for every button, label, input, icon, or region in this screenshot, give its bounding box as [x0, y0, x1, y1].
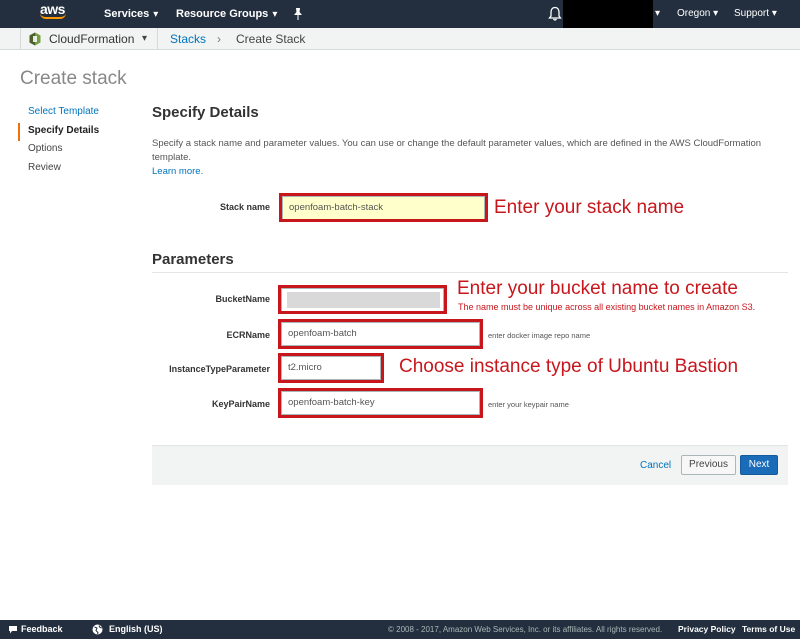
services-menu[interactable]: Services ▾ — [104, 0, 158, 28]
section-divider — [152, 272, 788, 273]
region-label: Oregon — [677, 8, 711, 19]
wizard-steps: Select Template Specify Details Options … — [18, 104, 128, 178]
bucket-name-label: BucketName — [215, 294, 270, 304]
ecr-name-hint: enter docker image repo name — [488, 331, 591, 340]
service-name: CloudFormation — [49, 32, 135, 46]
annotation-stack-name: Enter your stack name — [494, 197, 685, 218]
keypair-name-label: KeyPairName — [211, 399, 270, 409]
description-text: Specify a stack name and parameter value… — [152, 138, 762, 163]
annotation-bucket-note: The name must be unique across all exist… — [458, 302, 756, 312]
annotation-highlight — [278, 353, 384, 383]
annotation-highlight — [278, 285, 447, 314]
section-description: Specify a stack name and parameter value… — [152, 137, 788, 179]
services-label: Services — [104, 8, 150, 20]
copyright-text: © 2008 - 2017, Amazon Web Services, Inc.… — [388, 625, 663, 634]
language-selector[interactable]: English (US) — [109, 620, 163, 639]
step-review: Review — [28, 161, 61, 173]
annotation-highlight — [278, 319, 483, 349]
next-button[interactable]: Next — [740, 455, 778, 475]
step-options: Options — [28, 143, 63, 154]
chevron-down-icon: ▾ — [153, 9, 159, 20]
cancel-button[interactable]: Cancel — [640, 460, 671, 471]
chevron-down-icon: ▾ — [771, 8, 777, 19]
step-specify-details: Specify Details — [18, 122, 128, 141]
ecr-name-label: ECRName — [226, 330, 270, 340]
section-title-parameters: Parameters — [152, 251, 234, 268]
annotation-highlight — [279, 193, 488, 222]
breadcrumb-current: Create Stack — [236, 32, 306, 46]
cloudformation-icon — [29, 32, 41, 46]
learn-more-link[interactable]: Learn more. — [152, 166, 203, 177]
resource-groups-menu[interactable]: Resource Groups ▾ — [176, 0, 277, 28]
chevron-down-icon: ▾ — [713, 8, 719, 19]
bell-icon[interactable] — [548, 6, 562, 22]
stack-name-label: Stack name — [219, 202, 270, 212]
page-title: Create stack — [20, 68, 127, 89]
keypair-name-hint: enter your keypair name — [488, 400, 569, 409]
chevron-down-icon[interactable]: ▾ — [655, 0, 660, 28]
account-menu-redacted[interactable] — [563, 0, 653, 28]
support-menu[interactable]: Support ▾ — [734, 0, 777, 28]
annotation-instance-type: Choose instance type of Ubuntu Bastion — [399, 356, 739, 377]
speech-bubble-icon — [9, 626, 17, 634]
support-label: Support — [734, 8, 770, 19]
step-select-template[interactable]: Select Template — [18, 104, 128, 123]
breadcrumb-stacks-link[interactable]: Stacks — [170, 28, 206, 50]
previous-button[interactable]: Previous — [681, 455, 736, 475]
breadcrumb-separator: › — [217, 32, 221, 46]
instance-type-label: InstanceTypeParameter — [169, 364, 270, 374]
aws-logo[interactable]: aws — [40, 2, 70, 26]
region-menu[interactable]: Oregon ▾ — [677, 0, 718, 28]
pin-icon[interactable] — [292, 7, 304, 21]
chevron-down-icon[interactable]: ▾ — [142, 28, 147, 50]
privacy-policy-link[interactable]: Privacy Policy — [678, 620, 736, 639]
service-switcher[interactable]: CloudFormation — [20, 28, 158, 50]
annotation-highlight — [278, 388, 483, 418]
annotation-bucket-name: Enter your bucket name to create — [457, 278, 738, 299]
globe-icon — [92, 624, 103, 635]
section-title-specify-details: Specify Details — [152, 104, 259, 121]
feedback-link[interactable]: Feedback — [21, 620, 63, 639]
terms-of-use-link[interactable]: Terms of Use — [742, 620, 795, 639]
top-navigation-bar: aws Services ▾ Resource Groups ▾ ▾ Oregon … — [0, 0, 800, 28]
console-footer: Feedback English (US) © 2008 - 2017, Ama… — [0, 620, 800, 639]
chevron-down-icon: ▾ — [272, 9, 278, 20]
breadcrumb: CloudFormation Stacks › Create Stack — [0, 28, 800, 50]
resource-groups-label: Resource Groups — [176, 8, 269, 20]
